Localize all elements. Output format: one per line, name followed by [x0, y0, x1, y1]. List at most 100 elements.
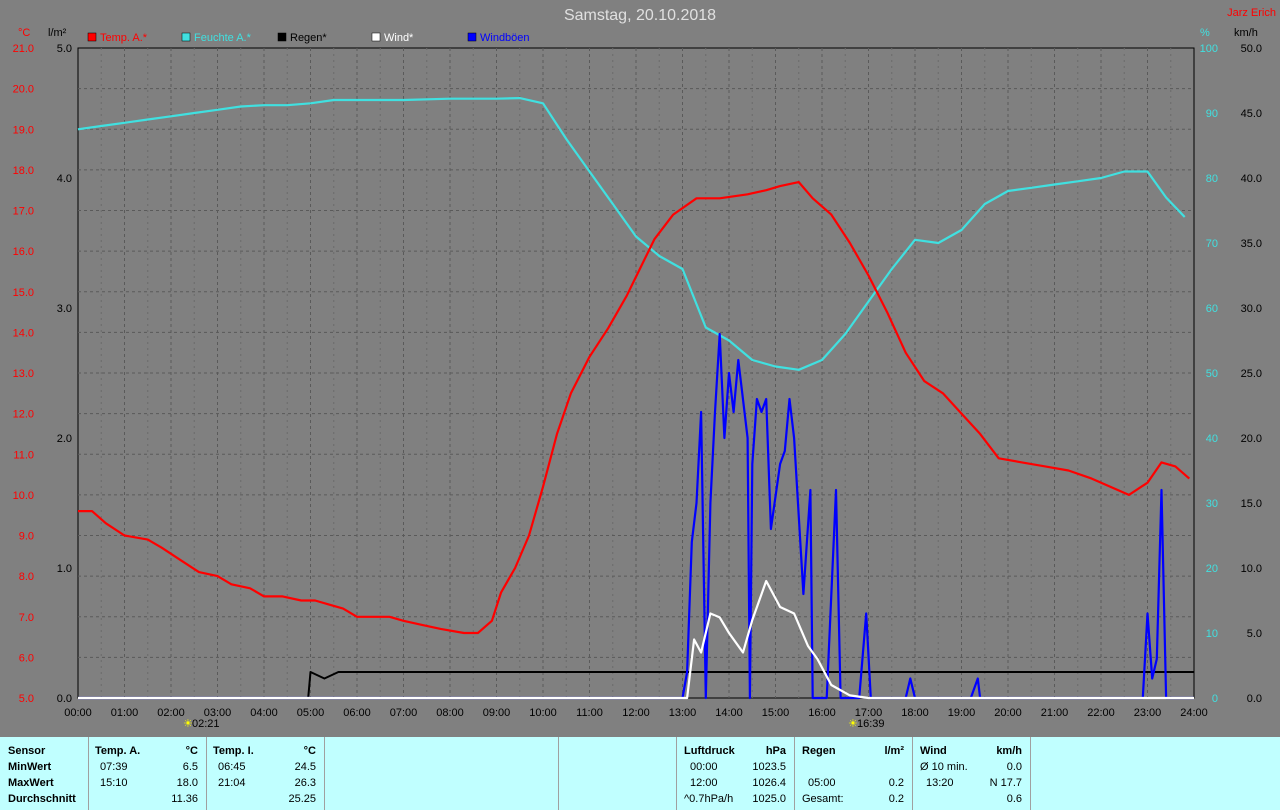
- humidity-tick-label: 0: [1212, 693, 1218, 705]
- sun-markers: ☀ 02:21 ☀ 16:39: [183, 718, 885, 730]
- temp-tick-label: 19.0: [13, 124, 34, 136]
- x-tick-label: 23:00: [1134, 707, 1162, 719]
- temp-tick-label: 11.0: [13, 449, 34, 461]
- legend-swatch: [371, 32, 381, 42]
- rain-total-label: Gesamt:: [802, 793, 844, 805]
- humidity-tick-label: 60: [1206, 303, 1218, 315]
- legend-label: Temp. A.*: [100, 32, 148, 44]
- temp-i-unit: °C: [303, 745, 316, 757]
- temp-i-min-value: 24.5: [294, 761, 316, 773]
- x-tick-label: 07:00: [390, 707, 418, 719]
- temp-i-min-time: 06:45: [218, 761, 246, 773]
- x-tick-label: 02:00: [157, 707, 185, 719]
- wind-tick-label: 30.0: [1241, 303, 1262, 315]
- humidity-tick-label: 40: [1206, 433, 1218, 445]
- x-tick-label: 21:00: [1041, 707, 1069, 719]
- temp-tick-label: 9.0: [19, 531, 34, 543]
- pressure-min-value: 1023.5: [752, 761, 786, 773]
- wind-max-value: N 17.7: [989, 777, 1022, 789]
- weather-chart: Samstag, 20.10.2018 Jarz Erich °C l/m² k…: [13, 7, 1276, 730]
- empty-column-1: [324, 737, 559, 810]
- wind-tick-label: 25.0: [1241, 368, 1262, 380]
- temp-tick-label: 7.0: [19, 612, 34, 624]
- rain-tick-label: 4.0: [57, 173, 72, 185]
- temp-unit-label: °C: [18, 27, 30, 39]
- rain-tick-label: 1.0: [57, 563, 72, 575]
- x-tick-label: 04:00: [250, 707, 278, 719]
- rain-tick-label: 0.0: [57, 693, 72, 705]
- temp-tick-label: 14.0: [13, 327, 34, 339]
- pressure-column: Luftdruck hPa 00:00 1023.5 12:00 1026.4 …: [676, 737, 795, 810]
- temp-tick-label: 6.0: [19, 652, 34, 664]
- pressure-header: Luftdruck: [684, 745, 735, 757]
- humidity-tick-label: 90: [1206, 108, 1218, 120]
- wind-avg-label: Ø 10 min.: [920, 761, 968, 773]
- x-tick-label: 16:00: [808, 707, 836, 719]
- temp-tick-label: 8.0: [19, 571, 34, 583]
- wind-header: Wind: [920, 745, 947, 757]
- wind-max-time: 13:20: [926, 777, 954, 789]
- wind-tick-label: 10.0: [1241, 563, 1262, 575]
- x-tick-label: 14:00: [715, 707, 743, 719]
- pressure-trend: ^0.7hPa/h: [684, 793, 734, 805]
- humidity-tick-label: 70: [1206, 238, 1218, 250]
- legend-label: Feuchte A.*: [194, 32, 252, 44]
- wind-unit-label: km/h: [1234, 27, 1258, 39]
- pressure-max-time: 12:00: [690, 777, 718, 789]
- humidity-tick-label: 50: [1206, 368, 1218, 380]
- rain-max-value: 0.2: [888, 777, 904, 789]
- sensor-header: Sensor: [8, 745, 46, 757]
- legend-label: Regen*: [290, 32, 327, 44]
- x-tick-label: 08:00: [436, 707, 464, 719]
- wind-unit: km/h: [996, 745, 1022, 757]
- row-label-avg: Durchschnitt: [8, 793, 76, 805]
- temp-a-min-time: 07:39: [100, 761, 128, 773]
- rain-tick-label: 2.0: [57, 433, 72, 445]
- wind-tick-label: 5.0: [1247, 628, 1262, 640]
- sunrise-time: 02:21: [192, 718, 220, 730]
- temp-a-header: Temp. A.: [95, 745, 141, 757]
- temp-i-avg-value: 25.25: [288, 793, 316, 805]
- humidity-tick-label: 80: [1206, 173, 1218, 185]
- x-tick-label: 10:00: [529, 707, 557, 719]
- temp-a-max-value: 18.0: [176, 777, 198, 789]
- rain-column: Regen l/m² 05:00 0.2 Gesamt: 0.2: [794, 737, 913, 810]
- wind-avg-value: 0.6: [1006, 793, 1022, 805]
- temp-i-max-value: 26.3: [294, 777, 316, 789]
- temp-tick-label: 17.0: [13, 206, 34, 218]
- empty-column-2: [558, 737, 677, 810]
- rain-tick-label: 3.0: [57, 303, 72, 315]
- x-tick-label: 00:00: [64, 707, 92, 719]
- legend-swatch: [87, 32, 97, 42]
- grid: [77, 47, 1195, 699]
- pressure-min-time: 00:00: [690, 761, 718, 773]
- temp-tick-label: 15.0: [13, 287, 34, 299]
- pressure-avg-value: 1025.0: [752, 793, 786, 805]
- x-tick-label: 09:00: [483, 707, 511, 719]
- legend-swatch: [467, 32, 477, 42]
- x-tick-label: 18:00: [901, 707, 929, 719]
- x-tick-label: 19:00: [948, 707, 976, 719]
- rain-unit: l/m²: [884, 745, 904, 757]
- humidity-tick-label: 30: [1206, 498, 1218, 510]
- x-tick-label: 15:00: [762, 707, 790, 719]
- author-label: Jarz Erich: [1227, 7, 1276, 19]
- legend-swatch: [277, 32, 287, 42]
- temp-i-header: Temp. I.: [213, 745, 254, 757]
- rain-max-time: 05:00: [808, 777, 836, 789]
- wind-tick-label: 20.0: [1241, 433, 1262, 445]
- wind-tick-label: 15.0: [1241, 498, 1262, 510]
- temp-a-max-time: 15:10: [100, 777, 128, 789]
- temp-tick-label: 13.0: [13, 368, 34, 380]
- x-tick-label: 01:00: [111, 707, 139, 719]
- x-tick-label: 11:00: [576, 707, 603, 719]
- temp-tick-label: 16.0: [13, 246, 34, 258]
- wind-tick-label: 45.0: [1241, 108, 1262, 120]
- wind-tick-label: 0.0: [1247, 693, 1262, 705]
- legend-label: Wind*: [384, 32, 414, 44]
- rain-total-value: 0.2: [888, 793, 904, 805]
- row-label-max: MaxWert: [8, 777, 54, 789]
- rain-tick-label: 5.0: [57, 43, 72, 55]
- temp-a-unit: °C: [185, 745, 198, 757]
- humidity-tick-label: 10: [1206, 628, 1218, 640]
